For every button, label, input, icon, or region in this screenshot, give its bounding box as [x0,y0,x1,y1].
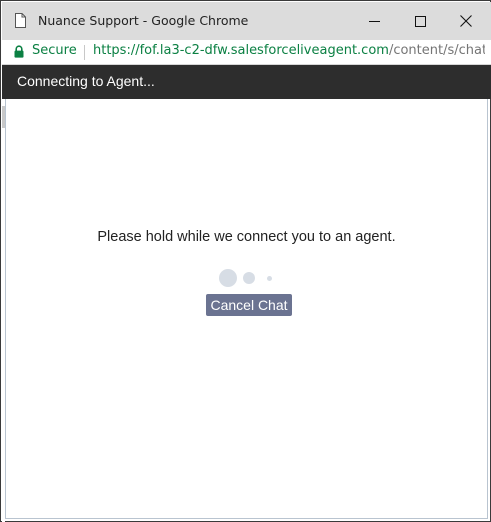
loading-dot [243,272,255,284]
browser-popup-window: Nuance Support - Google Chrome Secure ht… [0,0,491,522]
maximize-icon [414,15,426,27]
address-separator [84,45,85,60]
loading-dots-icon [219,269,279,287]
connection-status: Connecting to Agent... [17,73,155,89]
secure-label[interactable]: Secure [32,43,77,58]
chat-header: Connecting to Agent... [2,65,491,99]
maximize-button[interactable] [397,2,443,40]
lock-icon[interactable] [14,45,24,58]
close-icon [460,15,472,27]
minimize-icon [368,16,380,27]
cancel-chat-button[interactable]: Cancel Chat [206,294,292,316]
hold-message: Please hold while we connect you to an a… [97,229,396,245]
chat-content: Please hold while we connect you to an a… [5,99,488,519]
loading-dot [219,269,237,287]
window-title: Nuance Support - Google Chrome [38,13,249,28]
minimize-button[interactable] [351,2,397,40]
close-button[interactable] [443,2,489,40]
url-text[interactable]: https://fof.la3-c2-dfw.salesforceliveage… [93,43,485,58]
title-bar[interactable]: Nuance Support - Google Chrome [2,2,491,40]
address-bar[interactable]: Secure https://fof.la3-c2-dfw.salesforce… [2,40,491,65]
url-host: https://fof.la3-c2-dfw.salesforceliveage… [93,43,389,58]
page-icon [15,13,26,28]
loading-dot [267,276,272,281]
url-path: /content/s/chat... [388,43,485,58]
